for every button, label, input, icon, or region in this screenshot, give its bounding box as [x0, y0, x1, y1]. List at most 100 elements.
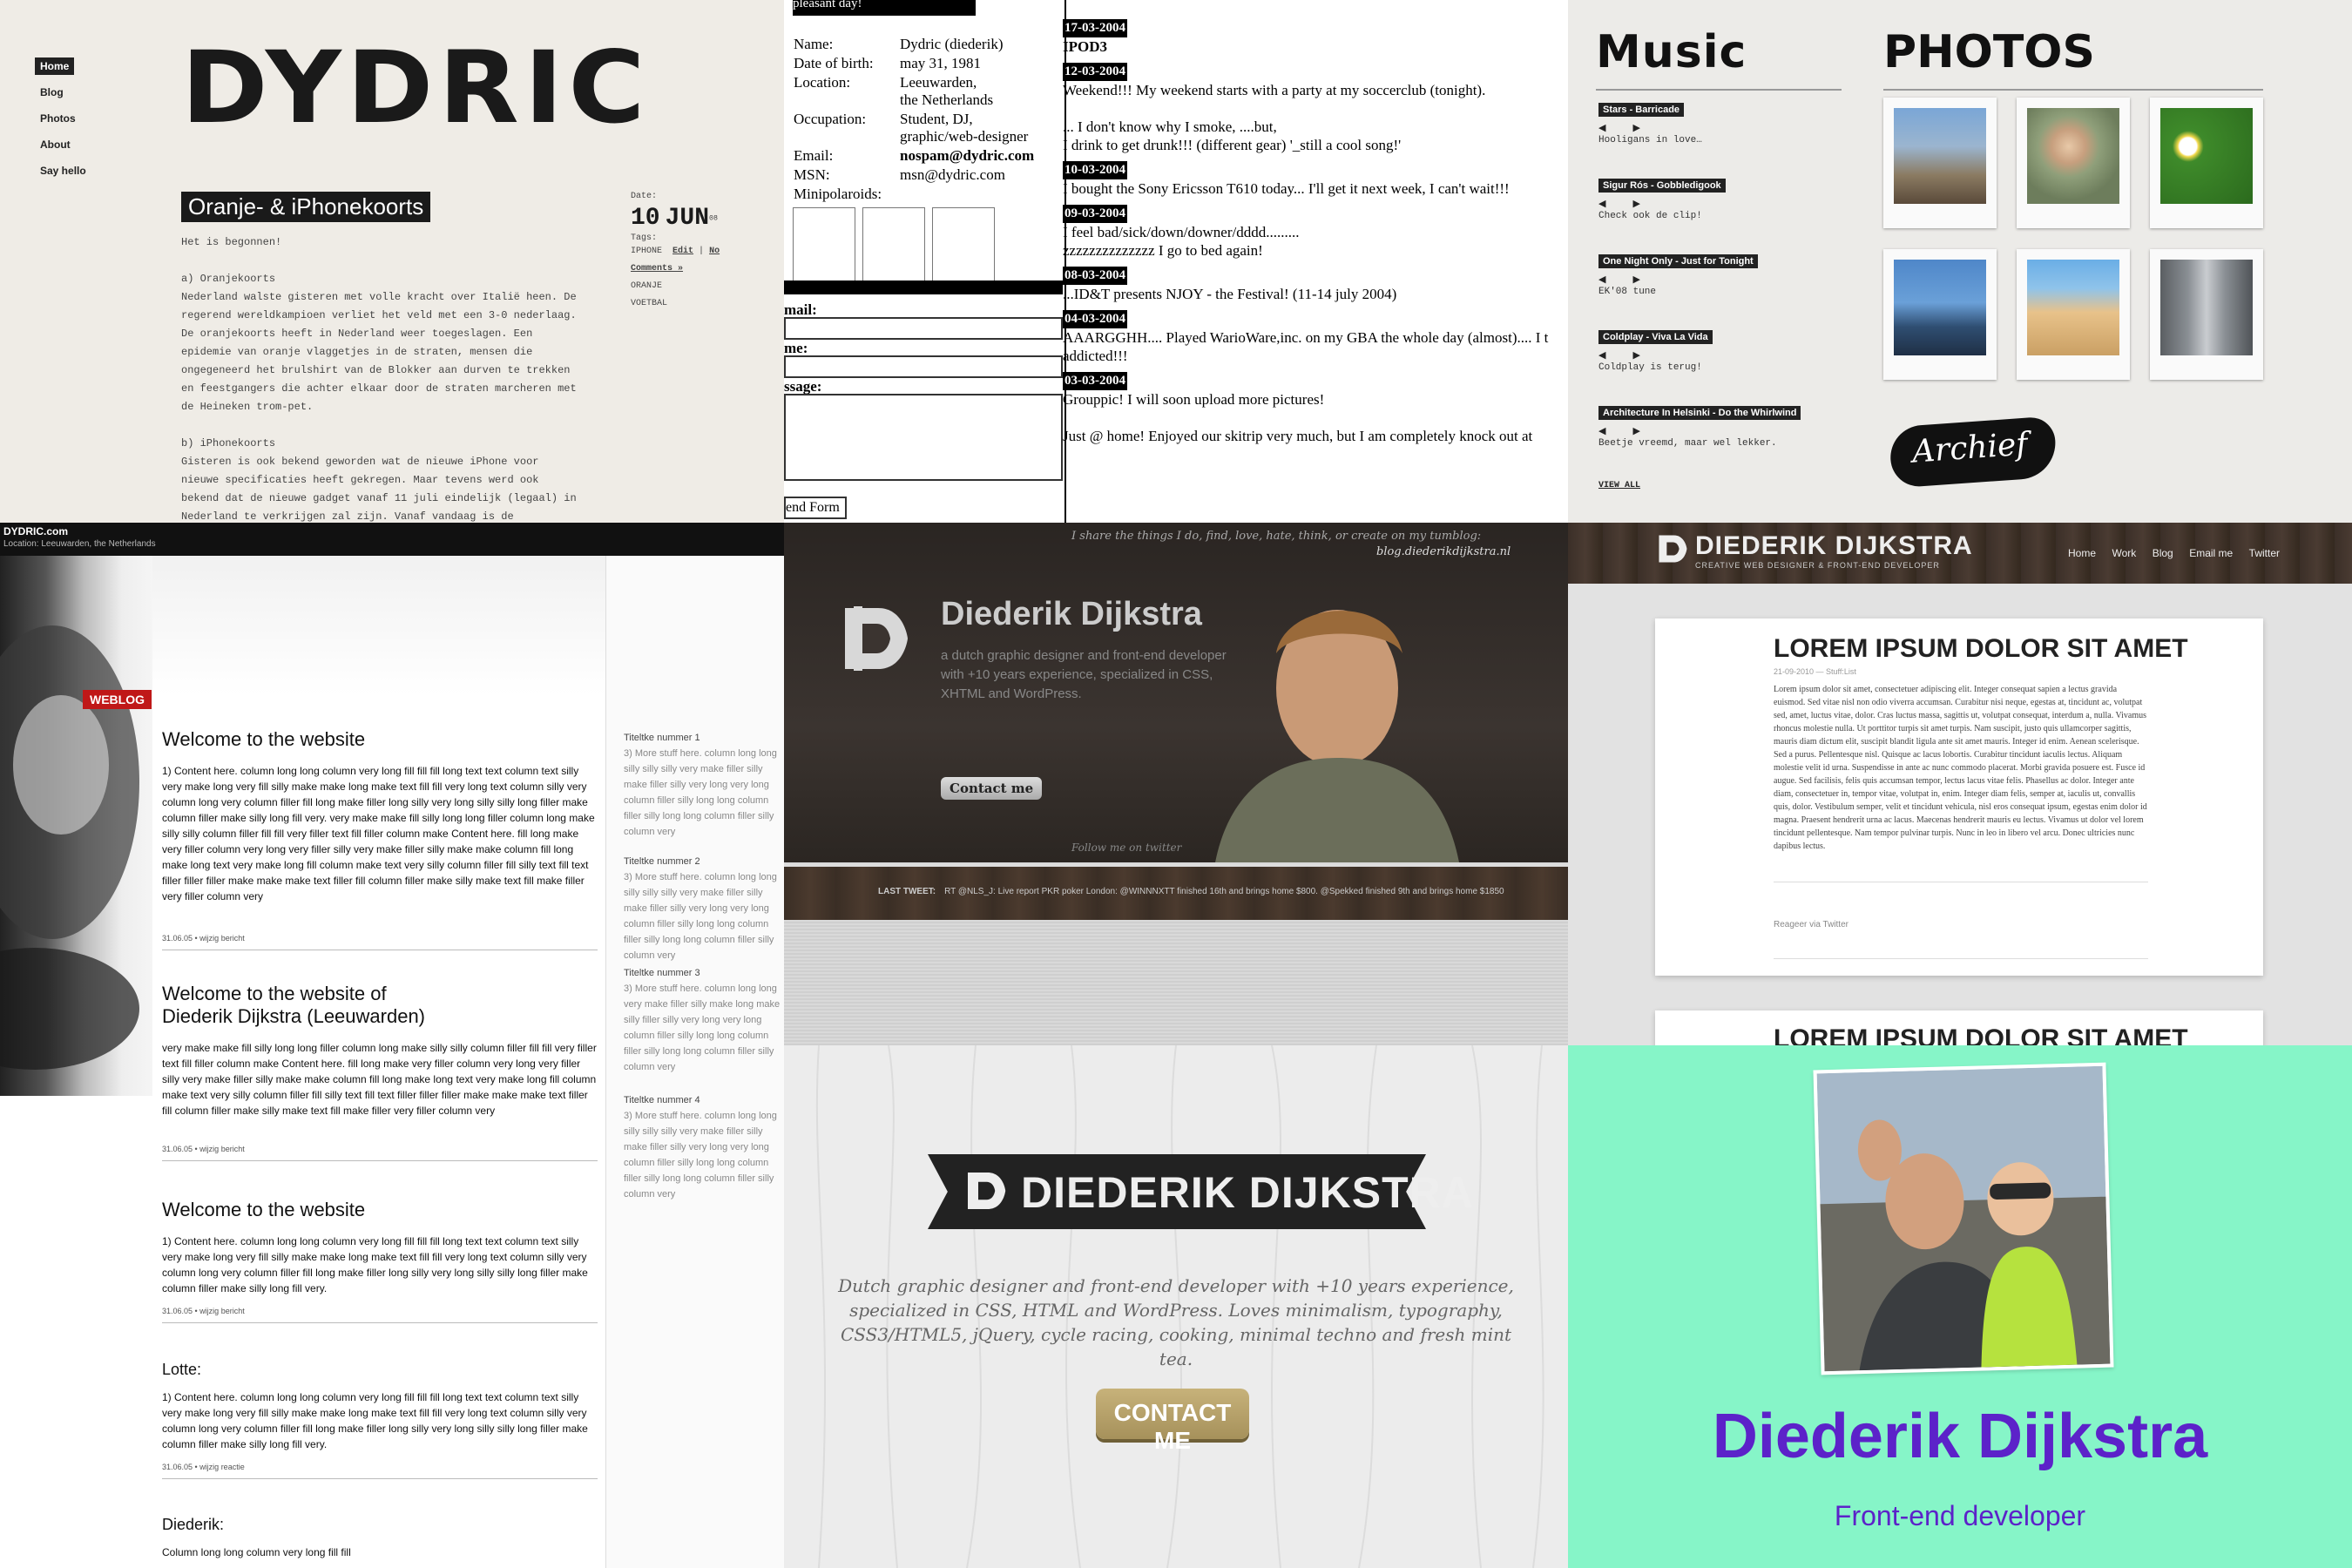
comment: Lotte: 1) Content here. column long long…	[162, 1361, 598, 1479]
brand-name[interactable]: DIEDERIK DIJKSTRA	[1695, 531, 1973, 561]
track-title[interactable]: Architecture In Helsinki - Do the Whirlw…	[1598, 406, 1801, 420]
comment-body: 1) Content here. column long long column…	[162, 1391, 588, 1450]
post-title[interactable]: LOREM IPSUM DOLOR SIT AMET	[1774, 1024, 2188, 1045]
profile-table: Name: Dydric (diederik) Date of birth: may…	[794, 36, 1035, 202]
player-controls[interactable]: ◀ ▶	[1598, 349, 1825, 361]
contact-me-button[interactable]: Contact me	[941, 777, 1043, 800]
nav-twitter[interactable]: Twitter	[2249, 547, 2280, 559]
nav-say-hello[interactable]: Say hello	[35, 162, 91, 179]
photo-image	[2027, 108, 2119, 204]
post-meta[interactable]: 31.06.05 • wijzig bericht	[162, 1307, 598, 1323]
panel-woodgrain: DIEDERIK DIJKSTRA Dutch graphic designer…	[784, 1045, 1568, 1568]
hero-role: Front-end developer	[1834, 1500, 2086, 1531]
panel-music-photos: Music PHOTOS Stars - Barricade ◀ ▶ Hooli…	[1568, 0, 2352, 523]
date-day: 10	[631, 205, 660, 232]
post-body: 1) Content here. column long long column…	[162, 765, 595, 902]
nav-email[interactable]: Email me	[2189, 547, 2233, 559]
post-title[interactable]: Welcome to the website	[162, 728, 598, 751]
post-meta[interactable]: 31.06.05 • wijzig bericht	[162, 934, 598, 950]
site-name[interactable]: DYDRIC.com	[3, 525, 68, 537]
nav-photos[interactable]: Photos	[35, 110, 91, 127]
track-title[interactable]: Coldplay - Viva La Vida	[1598, 330, 1713, 344]
player-controls[interactable]: ◀ ▶	[1598, 274, 1825, 285]
polaroid-thumb[interactable]	[793, 207, 855, 284]
follow-twitter-link[interactable]: Follow me on twitter	[1071, 841, 1181, 854]
profile: Name: Dydric (diederik) Date of birth: may…	[793, 35, 1106, 284]
player-controls[interactable]: ◀ ▶	[1598, 122, 1825, 133]
nav-about[interactable]: About	[35, 136, 91, 153]
comment-author: Lotte:	[162, 1361, 202, 1378]
comment-body: Column long long column very long fill f…	[162, 1546, 351, 1558]
photo-image	[2160, 260, 2253, 355]
news-entry: 17-03-2004 IPOD3	[1063, 19, 1127, 55]
tag-item[interactable]: VOETBAL	[631, 295, 735, 313]
news-entry: 10-03-2004 I bought the Sony Ericsson T61…	[1063, 161, 1510, 197]
photo-polaroid[interactable]	[1883, 98, 1997, 228]
view-all-link[interactable]: VIEW ALL	[1598, 481, 1640, 490]
track-title[interactable]: Sigur Rós - Gobbledigook	[1598, 179, 1726, 193]
photo-image	[2027, 260, 2119, 355]
track-item: Architecture In Helsinki - Do the Whirlw…	[1598, 404, 1825, 449]
track-note: Coldplay is terug!	[1598, 362, 1702, 373]
form-textarea-message[interactable]	[784, 394, 1063, 481]
photo-polaroid[interactable]	[2150, 249, 2263, 380]
post-title[interactable]: Welcome to the website of Diederik Dijks…	[162, 983, 449, 1028]
hero-name: Diederik Dijkstra	[941, 596, 1202, 632]
send-form-button[interactable]: end Form	[784, 497, 847, 519]
nav-home[interactable]: Home	[35, 57, 75, 75]
player-controls[interactable]: ◀ ▶	[1598, 198, 1825, 209]
brand-subtitle: CREATIVE WEB DESIGNER & FRONT-END DEVELO…	[1695, 561, 1940, 570]
post-title[interactable]: Oranje- & iPhonekoorts	[181, 192, 431, 222]
track-title[interactable]: Stars - Barricade	[1598, 103, 1685, 117]
hero-description: a dutch graphic designer and front-end d…	[941, 648, 1227, 701]
post-body: Het is begonnen! a) Oranjekoorts Nederla…	[181, 236, 577, 523]
side-body: 3) More stuff here. column long long sil…	[624, 872, 777, 961]
intro-text: Dutch graphic designer and front-end dev…	[838, 1275, 1514, 1369]
form-input-name[interactable]	[784, 355, 1063, 378]
tag-item[interactable]: ORANJE	[631, 278, 735, 295]
comment-meta[interactable]: 31.06.05 • wijzig reactie	[162, 1463, 598, 1479]
header-photo	[0, 556, 152, 1096]
player-controls[interactable]: ◀ ▶	[1598, 425, 1825, 436]
news-entry: 12-03-2004 Weekend!!! My weekend starts w…	[1063, 63, 1486, 153]
nav-home[interactable]: Home	[2068, 547, 2096, 559]
photo-polaroid[interactable]	[2017, 98, 2130, 228]
music-divider	[1596, 89, 1842, 91]
date-month: JUN	[665, 205, 710, 232]
track-note: EK'08 tune	[1598, 287, 1657, 297]
reply-twitter-link[interactable]: Reageer via Twitter	[1774, 920, 1848, 929]
contact-me-label[interactable]: CONTACT ME	[1096, 1399, 1249, 1455]
post-body: very make make fill silly long long fill…	[162, 1042, 597, 1117]
banner-name[interactable]: DIEDERIK DIJKSTRA	[1021, 1167, 1474, 1218]
photo-polaroid[interactable]	[1883, 249, 1997, 380]
site-logo[interactable]: DYDRIC	[181, 39, 651, 139]
post-title[interactable]: Welcome to the website	[162, 1199, 598, 1221]
nav-blog[interactable]: Blog	[2153, 547, 2173, 559]
track-title[interactable]: One Night Only - Just for Tonight	[1598, 254, 1758, 268]
side-title[interactable]: Titeltke nummer 4	[624, 1092, 782, 1108]
post-meta: Date: 10 JUN08 Tags: IPHONE Edit | No Co…	[631, 192, 735, 313]
form-label-name: me:	[784, 340, 808, 356]
post-meta[interactable]: 31.06.05 • wijzig bericht	[162, 1145, 598, 1161]
minipolaroids	[793, 207, 1106, 284]
post-date: 10 JUN08	[631, 205, 735, 232]
nav-blog[interactable]: Blog	[35, 84, 91, 101]
side-item: Titeltke nummer 3 3) More stuff here. co…	[624, 965, 782, 1075]
form-label-message: ssage:	[784, 378, 822, 395]
header-fade	[152, 556, 605, 695]
nav-work[interactable]: Work	[2112, 547, 2136, 559]
side-title[interactable]: Titeltke nummer 2	[624, 854, 782, 869]
post-title[interactable]: LOREM IPSUM DOLOR SIT AMET	[1774, 634, 2188, 664]
polaroid-thumb[interactable]	[932, 207, 995, 284]
side-title[interactable]: Titeltke nummer 3	[624, 965, 782, 981]
side-title[interactable]: Titeltke nummer 1	[624, 730, 782, 746]
form-input-email[interactable]	[784, 317, 1063, 340]
polaroid-thumb[interactable]	[862, 207, 925, 284]
panel-blog-wood: DIEDERIK DIJKSTRA CREATIVE WEB DESIGNER …	[1568, 523, 2352, 1045]
photo-polaroid[interactable]	[2150, 98, 2263, 228]
tag-item[interactable]: IPHONE Edit | No Comments »	[631, 243, 735, 278]
tumblog-link[interactable]: blog.diederikdijkstra.nl	[1376, 545, 1511, 558]
news-entry: 03-03-2004 Grouppic! I will soon upload …	[1063, 372, 1533, 444]
photo-polaroid[interactable]	[2017, 249, 2130, 380]
edit-link[interactable]: Edit	[672, 247, 693, 256]
